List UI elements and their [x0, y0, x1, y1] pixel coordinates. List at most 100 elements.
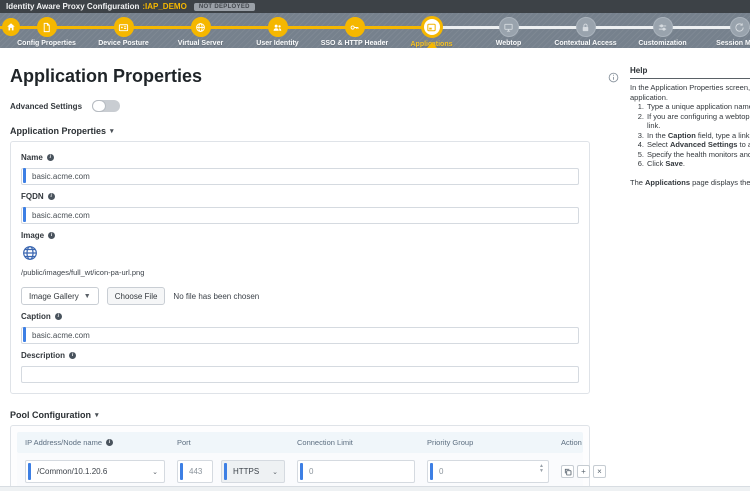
help-step: 1. Type a unique application name and a — [637, 102, 750, 111]
chevron-down-icon: ▾ — [95, 412, 99, 419]
step-session-management[interactable]: Session Mana — [701, 13, 750, 48]
required-indicator — [23, 168, 26, 183]
step-label: Session Mana — [716, 40, 750, 47]
step-label: SSO & HTTP Header — [320, 40, 389, 47]
home-icon — [7, 23, 15, 31]
port-input[interactable] — [178, 461, 212, 482]
image-gallery-label: Image Gallery — [29, 291, 79, 301]
step-virtual-server[interactable]: Virtual Server — [162, 13, 239, 48]
col-action: Action — [561, 438, 582, 447]
bottom-divider — [0, 486, 750, 491]
titlebar: Identity Aware Proxy Configuration :IAP_… — [0, 0, 750, 13]
description-input[interactable] — [21, 366, 579, 383]
step-contextual-access[interactable]: Contextual Access — [547, 13, 624, 48]
required-indicator — [300, 463, 303, 480]
step-label: Config Properties — [17, 40, 76, 47]
priority-group-input[interactable] — [428, 461, 548, 482]
description-label: Description — [21, 351, 66, 360]
info-icon[interactable]: i — [47, 193, 55, 200]
monitor-icon — [504, 23, 513, 32]
step-sso-http-header[interactable]: SSO & HTTP Header — [316, 13, 393, 48]
deployment-status-badge: NOT DEPLOYED — [193, 2, 255, 11]
selected-image-thumbnail — [21, 244, 39, 262]
chevron-down-icon: ⌄ — [152, 468, 158, 476]
required-indicator — [23, 327, 26, 342]
section-pool-configuration[interactable]: Pool Configuration ▾ — [10, 410, 590, 420]
step-label: Customization — [638, 40, 687, 47]
info-icon[interactable]: i — [48, 232, 56, 239]
globe-server-icon — [196, 22, 205, 32]
node-select-value: /Common/10.1.20.6 — [37, 467, 108, 476]
choose-file-button[interactable]: Choose File — [106, 287, 166, 305]
protocol-select[interactable]: HTTPS ⌄ — [221, 460, 285, 483]
config-name: :IAP_DEMO — [142, 2, 187, 11]
pool-table-header: IP Address/Node name i Port Connection L… — [17, 432, 583, 453]
chevron-down-icon: ⌄ — [272, 468, 278, 476]
active-step-pointer — [426, 42, 437, 48]
fqdn-input[interactable] — [21, 207, 579, 224]
section-application-properties[interactable]: Application Properties ▾ — [10, 126, 590, 136]
step-applications[interactable]: Applications — [393, 13, 470, 48]
info-icon[interactable]: i — [46, 154, 54, 161]
required-indicator — [180, 463, 183, 480]
image-gallery-select[interactable]: Image Gallery ▼ — [21, 287, 99, 305]
help-intro: application. — [630, 92, 668, 102]
help-step-continuation: link. — [647, 121, 661, 130]
globe-image-icon — [23, 246, 37, 260]
step-user-identity[interactable]: User Identity — [239, 13, 316, 48]
priority-group-stepper[interactable]: ▲ ▼ — [539, 464, 544, 474]
add-row-button[interactable]: + — [577, 465, 590, 478]
help-step: 2. If you are configuring a webtop, spec… — [637, 111, 750, 121]
step-customization[interactable]: Customization — [624, 13, 701, 48]
help-step: 5. Specify the health monitors and load … — [637, 149, 750, 159]
name-input[interactable] — [21, 168, 579, 185]
sliders-icon — [658, 23, 667, 31]
section-label: Application Properties — [10, 126, 107, 136]
copy-icon — [564, 468, 571, 475]
application-window-icon — [427, 23, 436, 31]
col-priority-group: Priority Group — [427, 438, 474, 447]
duplicate-row-button[interactable] — [561, 465, 574, 478]
step-label: User Identity — [256, 40, 299, 47]
required-indicator — [28, 463, 31, 480]
section-label: Pool Configuration — [10, 410, 91, 420]
info-icon[interactable]: i — [69, 352, 77, 359]
col-ip-node: IP Address/Node name — [25, 438, 102, 447]
chevron-down-icon: ▼ — [83, 292, 91, 300]
id-card-icon — [118, 23, 129, 31]
step-label: Contextual Access — [554, 40, 617, 47]
step-webtop[interactable]: Webtop — [470, 13, 547, 48]
required-indicator — [23, 207, 26, 222]
no-file-chosen-text: No file has been chosen — [173, 291, 260, 301]
application-properties-panel: Name i FQDN i Image i — [10, 141, 590, 394]
main-form-area: Application Properties Advanced Settings… — [0, 48, 606, 491]
protocol-select-value: HTTPS — [233, 467, 260, 476]
connection-limit-input[interactable] — [298, 461, 414, 482]
help-step: 4. Select Advanced Settings to add opti — [637, 140, 750, 149]
image-path-text: /public/images/full_wt/icon-pa-url.png — [21, 268, 145, 277]
help-panel: Help In the Application Properties scree… — [600, 48, 750, 486]
caption-input[interactable] — [21, 327, 579, 344]
info-icon[interactable]: i — [54, 313, 62, 320]
step-config-properties[interactable]: Config Properties — [8, 13, 85, 48]
step-label: Virtual Server — [177, 40, 224, 47]
choose-file-label: Choose File — [114, 291, 158, 301]
users-icon — [273, 24, 282, 31]
info-icon[interactable]: i — [106, 439, 113, 446]
step-device-posture[interactable]: Device Posture — [85, 13, 162, 48]
node-select[interactable]: /Common/10.1.20.6 ⌄ — [25, 460, 165, 483]
help-intro: In the Application Properties screen, yo… — [630, 83, 750, 92]
pool-configuration-panel: IP Address/Node name i Port Connection L… — [10, 425, 606, 491]
step-label: Device Posture — [98, 40, 149, 47]
wizard-stepper: Config Properties Device Posture Virtual… — [0, 13, 750, 48]
caption-label: Caption — [21, 312, 51, 321]
advanced-settings-toggle[interactable] — [92, 100, 121, 112]
help-step: 3. In the Caption field, type a link tex… — [637, 130, 750, 140]
toggle-knob — [92, 100, 107, 112]
home-step-button[interactable] — [2, 18, 20, 36]
pool-table-row: /Common/10.1.20.6 ⌄ HTTPS ⌄ — [17, 453, 606, 488]
identity-aware-proxy-config-window: Identity Aware Proxy Configuration :IAP_… — [0, 0, 750, 491]
required-indicator — [430, 463, 433, 480]
step-label: Webtop — [495, 40, 522, 47]
required-indicator — [224, 463, 227, 480]
